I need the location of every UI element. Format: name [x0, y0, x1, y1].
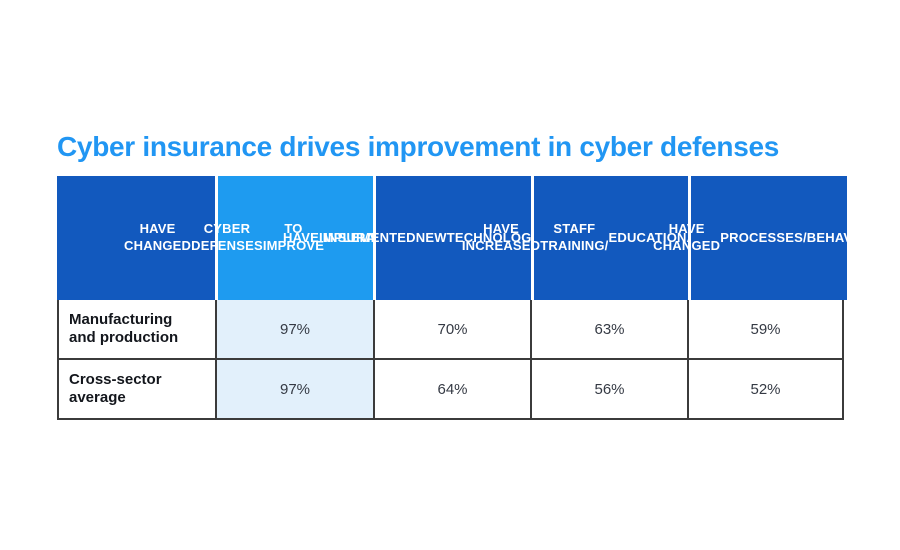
table-header-label-line: BEHAVIORS [806, 229, 885, 245]
table-header-label-line: HAVE [282, 229, 319, 245]
table-cell-value: 59% [750, 320, 781, 338]
table-body: Manufacturing and production 97% 70% 63%… [57, 300, 844, 420]
table-cell-value: 63% [532, 300, 689, 358]
table-row: Manufacturing and production 97% 70% 63%… [59, 300, 842, 358]
table-row-label-line: average [69, 389, 126, 406]
table-row-label-line: and production [69, 329, 179, 346]
table-cell-value: 52% [750, 380, 781, 398]
table-header-label-line: HAVE CHANGED [653, 221, 721, 253]
page-title: Cyber insurance drives improvement in cy… [57, 131, 780, 162]
table-cell-value: 70% [375, 300, 532, 358]
table-cell-value: 97% [217, 360, 375, 418]
table-row-label-manufacturing: Manufacturing and production [59, 300, 217, 358]
table-header-cell-processes-behaviors: HAVE CHANGED PROCESSES/ BEHAVIORS [653, 176, 885, 300]
table-row-label-line: Cross-sector [69, 371, 162, 388]
infographic-canvas: Cyber insurance drives improvement in cy… [0, 0, 900, 550]
data-table: HAVE CHANGED CYBER DEFENSES TO IMPROVE I… [57, 176, 885, 420]
table-cell-value: 97% [217, 300, 375, 358]
table-header-label-line: PROCESSES/ [720, 229, 807, 245]
table-row-label-line: Manufacturing [69, 311, 173, 328]
table-cell-value: 64% [375, 360, 532, 418]
table-cell-value: 56% [532, 360, 689, 418]
table-header-label-line: NEW [415, 229, 447, 245]
table-row-label-cross-sector: Cross-sector average [59, 360, 217, 418]
table-header-label-line: CYBER DEFENSES [191, 221, 263, 253]
table-header-row: HAVE CHANGED CYBER DEFENSES TO IMPROVE I… [57, 176, 885, 300]
table-header-label-line: HAVE CHANGED [124, 221, 192, 253]
table-header-label-line: HAVE INCREASED [461, 221, 541, 253]
table-header-label-line: IMPLEMENTED [318, 229, 416, 245]
table-header-label-line: STAFF TRAINING/ [540, 221, 609, 253]
table-row: Cross-sector average 97% 64% 56% 52% [59, 358, 842, 418]
